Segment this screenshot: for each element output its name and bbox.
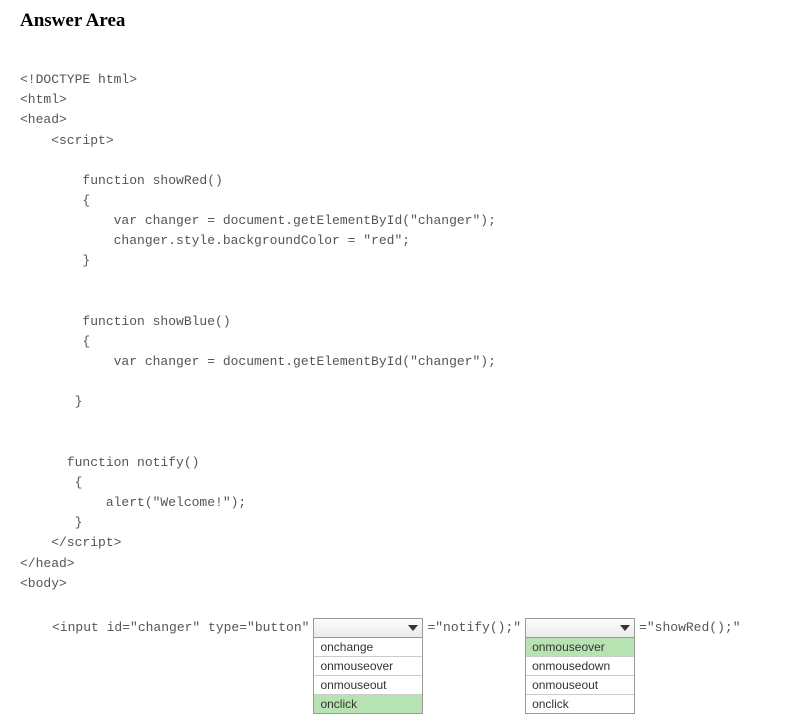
code-line: <head> <box>20 112 67 127</box>
code-line: } <box>20 253 90 268</box>
code-line: <!DOCTYPE html> <box>20 72 137 87</box>
showred-assignment-text: ="showRed();" <box>639 618 740 635</box>
code-line: { <box>20 475 82 490</box>
code-line: </head> <box>20 556 75 571</box>
code-line: <body> <box>20 576 67 591</box>
code-line: { <box>20 193 90 208</box>
dropdown-option[interactable]: onchange <box>314 638 422 657</box>
dropdown-options: onchange onmouseover onmouseout onclick <box>313 638 423 714</box>
dropdown-option[interactable]: onmouseover <box>314 657 422 676</box>
code-line: var changer = document.getElementById("c… <box>20 354 496 369</box>
attribute-dropdown-2[interactable]: onmouseover onmousedown onmouseout oncli… <box>525 618 635 714</box>
code-line: alert("Welcome!"); <box>20 495 246 510</box>
dropdown-option[interactable]: onclick <box>526 695 634 713</box>
code-line: function showRed() <box>20 173 223 188</box>
dropdown-option[interactable]: onmouseout <box>314 676 422 695</box>
attribute-dropdown-1[interactable]: onchange onmouseover onmouseout onclick <box>313 618 423 714</box>
code-line: </script> <box>20 535 121 550</box>
code-block: <!DOCTYPE html> <html> <head> <script> f… <box>20 50 780 614</box>
dropdown-options: onmouseover onmousedown onmouseout oncli… <box>525 638 635 714</box>
code-line: } <box>20 394 82 409</box>
dropdown-option[interactable]: onmouseout <box>526 676 634 695</box>
chevron-down-icon <box>620 623 630 633</box>
code-line: function notify() <box>20 455 199 470</box>
code-line: function showBlue() <box>20 314 231 329</box>
code-line: { <box>20 334 90 349</box>
code-line: changer.style.backgroundColor = "red"; <box>20 233 410 248</box>
code-line: <html> <box>20 92 67 107</box>
input-prefix-text: <input id="changer" type="button" <box>52 618 309 635</box>
dropdown-trigger[interactable] <box>525 618 635 638</box>
dropdown-option[interactable]: onmousedown <box>526 657 634 676</box>
code-line: <script> <box>20 133 114 148</box>
dropdown-trigger[interactable] <box>313 618 423 638</box>
chevron-down-icon <box>408 623 418 633</box>
notify-assignment-text: ="notify();" <box>427 618 521 635</box>
dropdown-option[interactable]: onmouseover <box>526 638 634 657</box>
dropdown-option[interactable]: onclick <box>314 695 422 713</box>
code-line: } <box>20 515 82 530</box>
code-line: var changer = document.getElementById("c… <box>20 213 496 228</box>
page-title: Answer Area <box>20 10 780 32</box>
input-builder-line: <input id="changer" type="button" onchan… <box>52 618 780 714</box>
